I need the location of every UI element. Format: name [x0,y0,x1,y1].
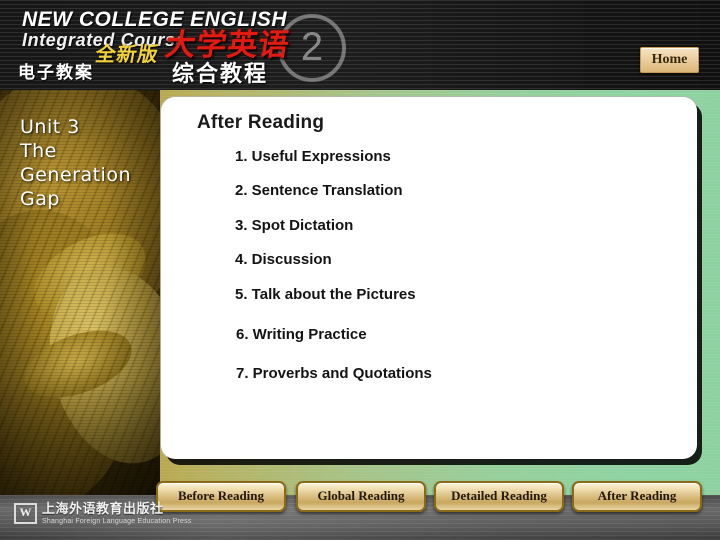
publisher-name-english: Shanghai Foreign Language Education Pres… [42,517,192,525]
publisher-logo: W 上海外语教育出版社 Shanghai Foreign Language Ed… [14,503,191,525]
unit-name-line1: The Generation [20,140,131,186]
page-title: After Reading [197,112,325,133]
home-button[interactable]: Home [640,47,699,73]
topic-list-item[interactable]: 4. Discussion [235,251,332,268]
topic-list-item[interactable]: 5. Talk about the Pictures [235,286,416,303]
slide-root: 2 NEW COLLEGE ENGLISH Integrated Course … [0,0,720,540]
topic-list-item[interactable]: 6. Writing Practice [236,326,367,343]
publisher-mark-icon: W [14,503,37,525]
topic-list-item[interactable]: 1. Useful Expressions [235,148,391,165]
unit-title: Unit 3 The Generation Gap [20,115,170,211]
edition-label-chinese: 全新版 [93,42,161,66]
nav-detailed-reading-button[interactable]: Detailed Reading [434,481,564,512]
course-series-chinese: 综合教程 [172,62,269,87]
publisher-name-chinese: 上海外语教育出版社 [42,502,164,517]
course-subtitle-chinese: 电子教案 [18,63,94,83]
publisher-text: 上海外语教育出版社 Shanghai Foreign Language Educ… [42,503,191,525]
unit-name-line2: Gap [20,188,60,210]
nav-after-reading-button[interactable]: After Reading [572,481,702,512]
topic-list-item[interactable]: 7. Proverbs and Quotations [236,365,432,382]
topic-list-item[interactable]: 2. Sentence Translation [235,182,403,199]
topic-list-item[interactable]: 3. Spot Dictation [235,217,353,234]
unit-number: Unit 3 [20,116,80,138]
nav-global-reading-button[interactable]: Global Reading [296,481,426,512]
